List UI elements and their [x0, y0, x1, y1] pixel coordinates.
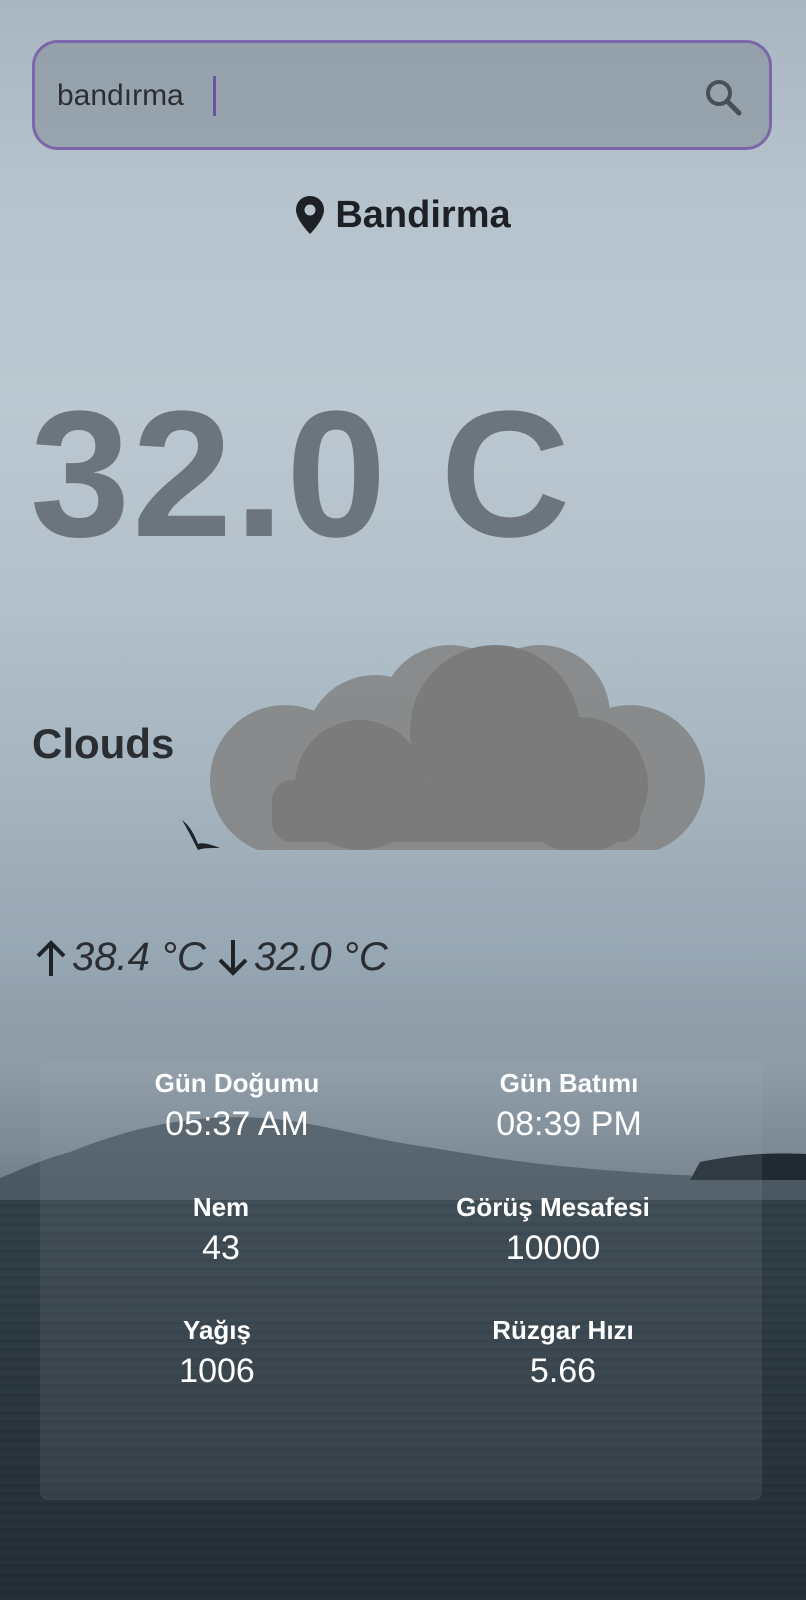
arrow-up-icon [36, 939, 66, 976]
location-pin-icon [296, 196, 325, 234]
precipitation-label: Yağış [183, 1315, 251, 1345]
visibility-value: 10000 [505, 1229, 601, 1267]
search-icon [706, 80, 742, 116]
sunset-detail: Gün Batımı 08:39 PM [404, 1068, 734, 1144]
search-bar[interactable] [32, 40, 772, 150]
min-temperature: 32.0 °C [253, 935, 388, 979]
max-temperature: 38.4 °C [72, 935, 206, 979]
humidity-value: 43 [202, 1229, 240, 1267]
weather-condition: Clouds [32, 720, 175, 767]
search-button[interactable] [703, 77, 743, 117]
precipitation-detail: Yağış 1006 [52, 1315, 382, 1391]
bird-silhouette [182, 820, 220, 850]
min-max-temperature: 38.4 °C 32.0 °C [34, 935, 388, 980]
humidity-detail: Nem 43 [56, 1192, 386, 1268]
humidity-label: Nem [192, 1192, 250, 1222]
location-name: Bandirma [335, 193, 511, 236]
sunset-value: 08:39 PM [496, 1105, 642, 1143]
wind-speed-detail: Rüzgar Hızı 5.66 [398, 1315, 728, 1391]
wind-speed-label: Rüzgar Hızı [492, 1315, 634, 1345]
text-cursor [213, 76, 216, 116]
current-temperature: 32.0 C [30, 374, 573, 575]
sunrise-label: Gün Doğumu [154, 1068, 320, 1098]
sunset-label: Gün Batımı [499, 1068, 639, 1098]
arrow-down-icon [218, 939, 248, 976]
cloud-icon [210, 645, 705, 850]
wind-speed-value: 5.66 [529, 1352, 597, 1390]
location-header: Bandirma [0, 190, 806, 240]
sunrise-detail: Gün Doğumu 05:37 AM [72, 1068, 402, 1144]
precipitation-value: 1006 [179, 1352, 255, 1390]
visibility-label: Görüş Mesafesi [456, 1192, 650, 1222]
visibility-detail: Görüş Mesafesi 10000 [388, 1192, 718, 1268]
sunrise-value: 05:37 AM [165, 1105, 309, 1143]
search-input[interactable] [57, 71, 657, 121]
